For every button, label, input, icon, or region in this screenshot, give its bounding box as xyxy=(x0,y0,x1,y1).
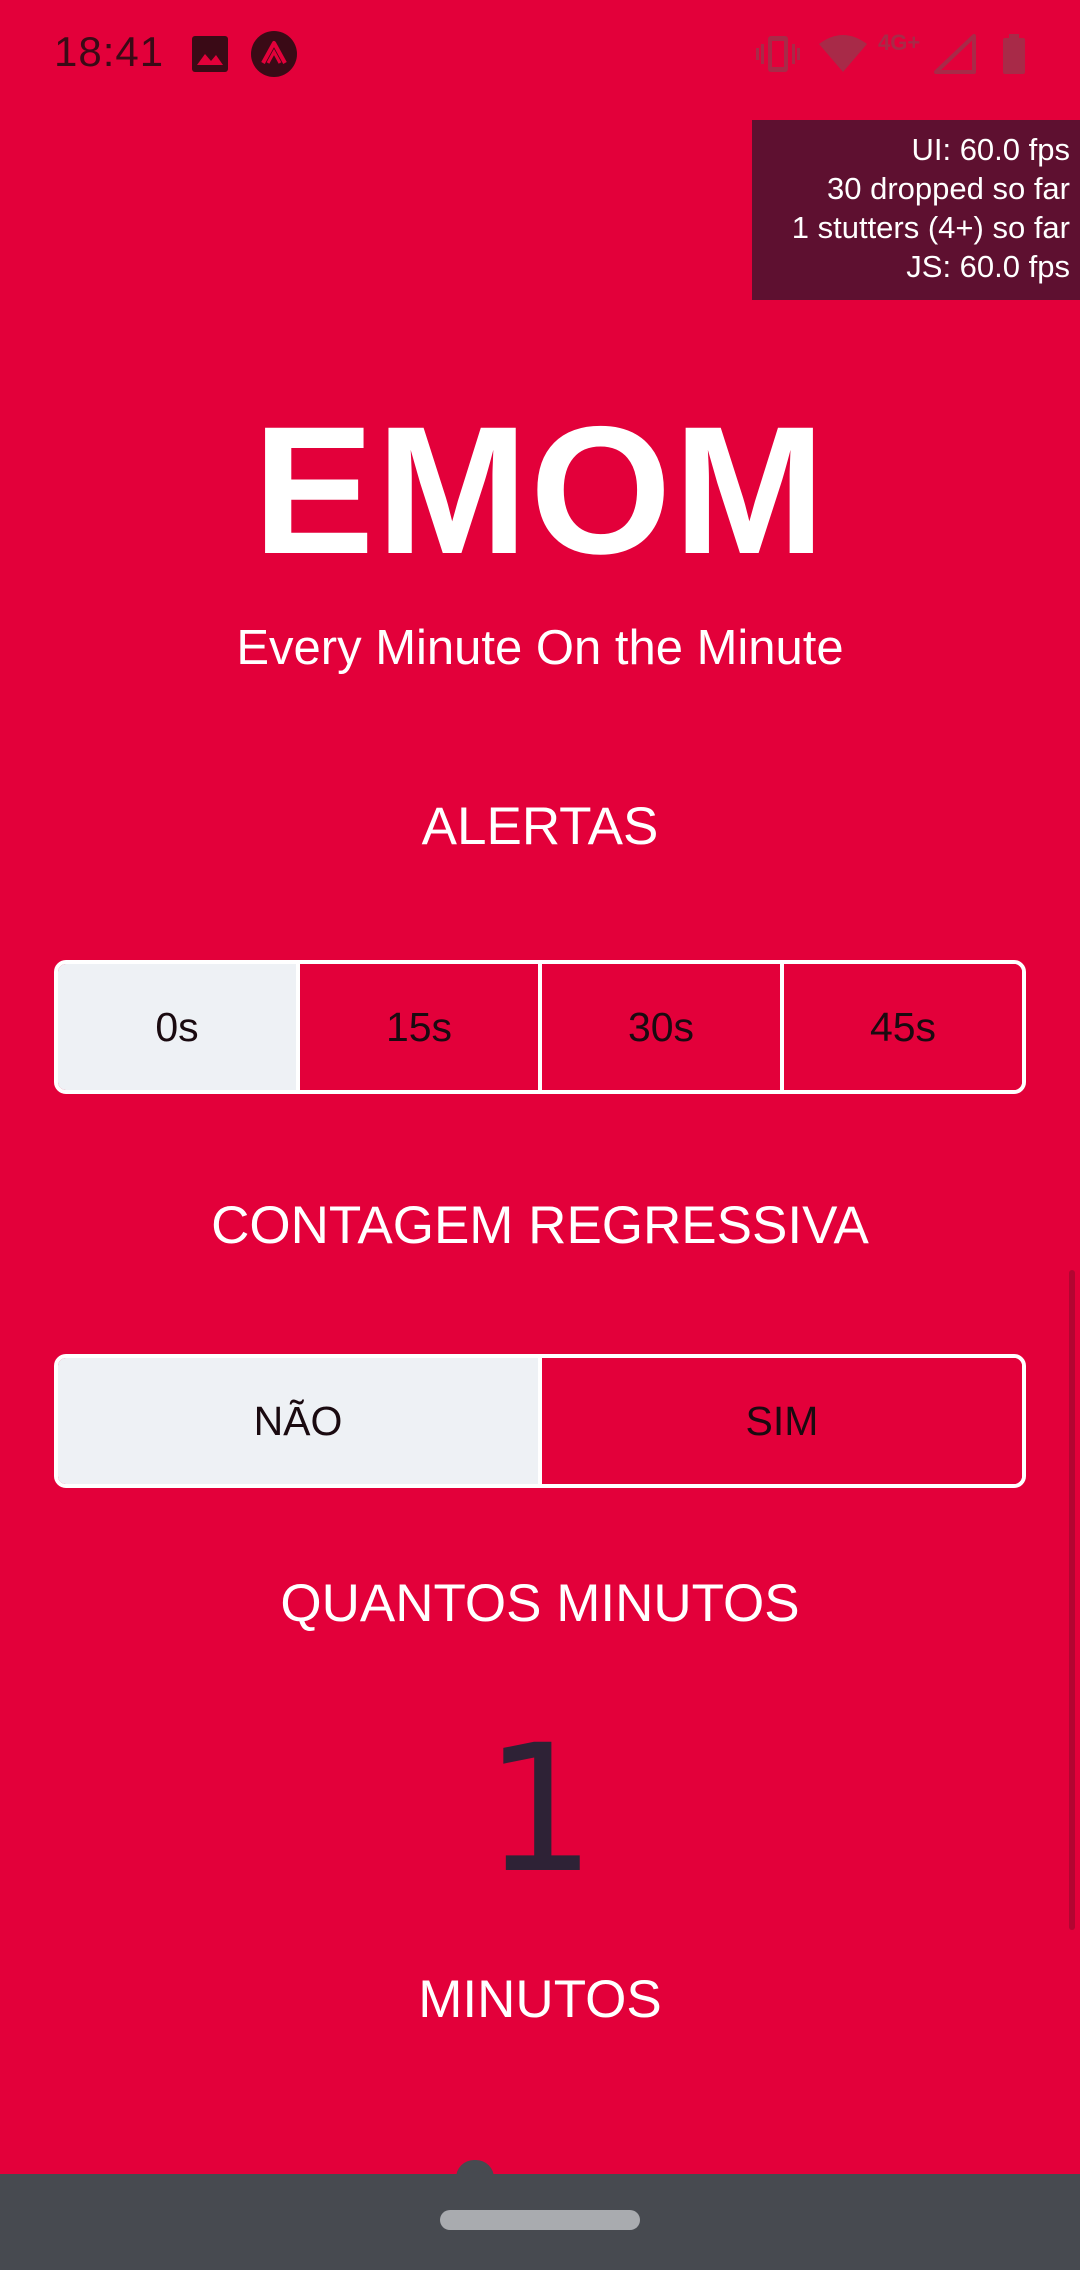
alert-option-15s[interactable]: 15s xyxy=(296,964,538,1090)
battery-icon xyxy=(1002,34,1026,74)
countdown-label: CONTAGEM REGRESSIVA xyxy=(211,1196,869,1255)
alerts-segmented-control: 0s 15s 30s 45s xyxy=(54,960,1026,1094)
alert-option-30s[interactable]: 30s xyxy=(538,964,780,1090)
alerts-label: ALERTAS xyxy=(421,797,659,856)
app-subtitle: Every Minute On the Minute xyxy=(236,621,844,675)
alert-option-45s[interactable]: 45s xyxy=(780,964,1022,1090)
perf-dropped-frames: 30 dropped so far xyxy=(826,171,1070,206)
perf-js-fps: JS: 60.0 fps xyxy=(906,249,1070,284)
app-title: EMOM xyxy=(252,388,828,592)
perf-ui-fps: UI: 60.0 fps xyxy=(911,132,1070,167)
vibrate-icon xyxy=(756,34,800,74)
scrollbar[interactable] xyxy=(1069,1270,1075,1930)
home-gesture-handle[interactable] xyxy=(440,2210,640,2230)
gallery-icon xyxy=(190,34,230,74)
countdown-option-yes[interactable]: SIM xyxy=(538,1358,1022,1484)
minutes-picker-value[interactable]: 1 xyxy=(0,1720,1080,1900)
countdown-option-no[interactable]: NÃO xyxy=(58,1358,538,1484)
status-bar: 18:41 4G+ xyxy=(0,0,1080,112)
minutes-unit-label: MINUTOS xyxy=(418,1970,662,2029)
minutes-question-label: QUANTOS MINUTOS xyxy=(280,1574,800,1633)
countdown-segmented-control: NÃO SIM xyxy=(54,1354,1026,1488)
perf-monitor: UI: 60.0 fps 30 dropped so far 1 stutter… xyxy=(752,120,1080,300)
expo-icon xyxy=(250,30,298,78)
signal-icon xyxy=(934,34,976,74)
wifi-icon xyxy=(818,34,868,74)
status-time: 18:41 xyxy=(54,28,165,75)
network-type-label: 4G+ xyxy=(878,30,921,55)
perf-stutters: 1 stutters (4+) so far xyxy=(791,210,1070,245)
alert-option-0s[interactable]: 0s xyxy=(58,964,296,1090)
